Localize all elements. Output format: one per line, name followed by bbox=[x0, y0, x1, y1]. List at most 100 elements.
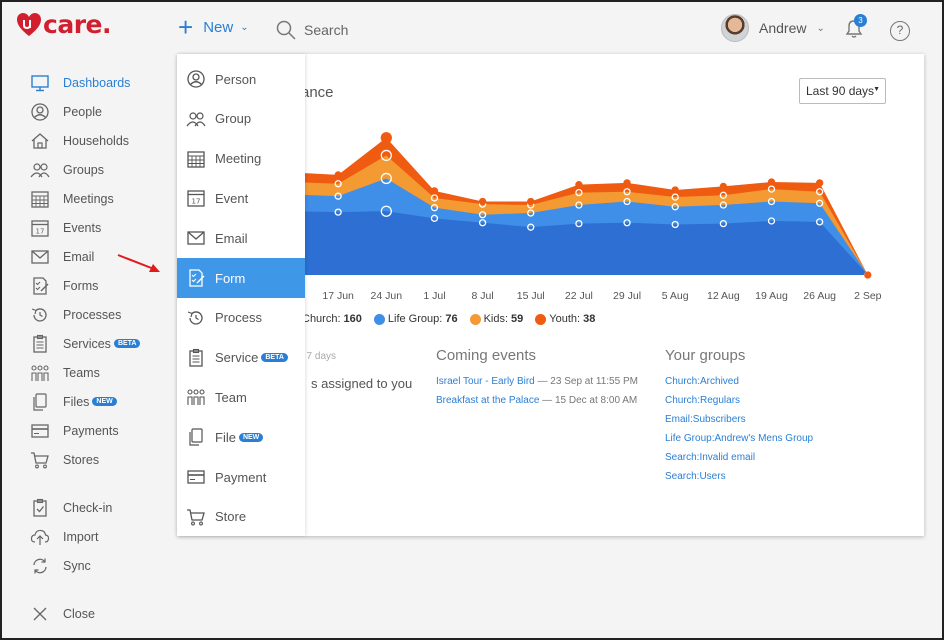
coming-events-list: Israel Tour - Early Bird — 23 Sep at 11:… bbox=[436, 376, 638, 414]
group-icon bbox=[185, 108, 207, 130]
legend-item[interactable]: Kids:59 bbox=[469, 313, 524, 325]
data-point[interactable] bbox=[430, 187, 439, 195]
x-tick-label: 24 Jun bbox=[371, 290, 403, 302]
data-point[interactable] bbox=[816, 179, 824, 187]
group-link[interactable]: Church:Regulars bbox=[665, 395, 740, 406]
card-icon bbox=[185, 466, 207, 488]
clipboard-icon bbox=[185, 347, 207, 369]
menu-item-email[interactable]: Email bbox=[177, 218, 305, 258]
event-date: — 23 Sep at 11:55 PM bbox=[534, 376, 638, 387]
legend-dot bbox=[469, 313, 481, 325]
group-link[interactable]: Email:Subscribers bbox=[665, 414, 746, 425]
legend-label: Kids bbox=[483, 313, 505, 325]
data-point[interactable] bbox=[864, 271, 872, 279]
chart-title: ance bbox=[301, 84, 334, 101]
menu-item-service[interactable]: Service BETA bbox=[177, 338, 305, 378]
menu-item-label: Store bbox=[215, 509, 247, 525]
menu-badge: NEW bbox=[238, 432, 264, 442]
legend-item[interactable]: Life Group:76 bbox=[373, 313, 458, 325]
group-row: Church:Regulars bbox=[665, 395, 813, 414]
x-tick-label: 8 Jul bbox=[472, 290, 494, 302]
menu-item-label: Meeting bbox=[215, 151, 262, 167]
menu-item-store[interactable]: Store bbox=[177, 497, 305, 537]
process-icon bbox=[185, 307, 207, 329]
menu-item-person[interactable]: Person bbox=[177, 59, 305, 99]
files-icon bbox=[185, 426, 207, 448]
menu-item-file[interactable]: File NEW bbox=[177, 417, 305, 457]
legend-item[interactable]: Youth:38 bbox=[535, 313, 595, 325]
group-link[interactable]: Life Group:Andrew's Mens Group bbox=[665, 433, 813, 444]
data-point[interactable] bbox=[334, 171, 342, 179]
menu-item-label: Event bbox=[215, 190, 249, 206]
menu-item-group[interactable]: Group bbox=[177, 99, 305, 139]
form-icon bbox=[185, 267, 207, 289]
new-menu-dropdown: Person Group Meeting 17 Event Email Form Proces… bbox=[177, 54, 305, 536]
menu-item-label: Service bbox=[215, 350, 259, 366]
tasks-subtitle: t 7 days bbox=[301, 351, 337, 362]
menu-badge: BETA bbox=[261, 353, 288, 363]
menu-item-team[interactable]: Team bbox=[177, 377, 305, 417]
legend-dot bbox=[373, 313, 385, 325]
x-tick-label: 29 Jul bbox=[613, 290, 641, 302]
menu-item-label: Group bbox=[215, 111, 252, 127]
x-tick-label: 15 Jul bbox=[517, 290, 545, 302]
data-point[interactable] bbox=[719, 182, 727, 191]
menu-item-label: Team bbox=[215, 389, 247, 405]
legend-label: Life Group bbox=[387, 313, 440, 325]
app-window: care. + New ⌄ Search Andrew ⌄ 3 ? Dashbo… bbox=[0, 0, 944, 640]
legend-value: 76 bbox=[445, 313, 458, 325]
tasks-text: s assigned to you bbox=[311, 376, 413, 391]
group-row: Church:Archived bbox=[665, 376, 813, 395]
group-row: Email:Subscribers bbox=[665, 414, 813, 433]
group-row: Search:Invalid email bbox=[665, 452, 813, 471]
caret-down-icon: ▼ bbox=[873, 86, 880, 93]
data-point[interactable] bbox=[671, 186, 679, 194]
your-groups-list: Church:Archived Church:Regulars Email:Subs… bbox=[665, 376, 813, 490]
event-row: Breakfast at the Palace — 15 Dec at 8:00… bbox=[436, 395, 638, 414]
legend-value: 59 bbox=[511, 313, 524, 325]
menu-item-process[interactable]: Process bbox=[177, 298, 305, 338]
cart-icon bbox=[185, 506, 207, 528]
x-tick-label: 26 Aug bbox=[803, 290, 836, 302]
date-range-value: Last 90 days bbox=[806, 84, 875, 98]
menu-item-payment[interactable]: Payment bbox=[177, 457, 305, 497]
menu-item-meeting[interactable]: Meeting bbox=[177, 139, 305, 179]
group-row: Search:Users bbox=[665, 471, 813, 490]
group-link[interactable]: Search:Invalid email bbox=[665, 452, 755, 463]
x-tick-label: 12 Aug bbox=[707, 290, 740, 302]
data-point[interactable] bbox=[623, 179, 631, 187]
data-point[interactable] bbox=[767, 178, 776, 186]
coming-events-heading: Coming events bbox=[436, 347, 537, 364]
your-groups-heading: Your groups bbox=[665, 347, 746, 364]
menu-item-label: File bbox=[215, 429, 236, 445]
group-row: Life Group:Andrew's Mens Group bbox=[665, 433, 813, 452]
date-range-select[interactable]: Last 90 days ▼ bbox=[799, 78, 886, 104]
x-tick-label: 5 Aug bbox=[662, 290, 689, 302]
menu-item-label: Email bbox=[215, 230, 248, 246]
data-point[interactable] bbox=[478, 197, 487, 206]
x-tick-label: 22 Jul bbox=[565, 290, 593, 302]
event-link[interactable]: Israel Tour - Early Bird bbox=[436, 376, 535, 387]
event-date: — 15 Dec at 8:00 AM bbox=[539, 395, 638, 406]
legend-dot bbox=[535, 313, 547, 325]
data-point[interactable] bbox=[380, 132, 392, 144]
x-tick-label: 1 Jul bbox=[423, 290, 445, 302]
menu-item-label: Process bbox=[215, 310, 262, 326]
calendar-17-icon: 17 bbox=[185, 187, 207, 209]
group-link[interactable]: Church:Archived bbox=[665, 376, 739, 387]
menu-item-event[interactable]: 17 Event bbox=[177, 178, 305, 218]
x-tick-label: 2 Sep bbox=[854, 290, 882, 302]
menu-item-form[interactable]: Form bbox=[177, 258, 305, 298]
legend-label: Youth bbox=[549, 313, 578, 325]
legend-value: 160 bbox=[343, 313, 362, 325]
svg-text:17: 17 bbox=[192, 198, 201, 206]
group-link[interactable]: Search:Users bbox=[665, 471, 726, 482]
x-tick-label: 19 Aug bbox=[755, 290, 788, 302]
envelope-icon bbox=[185, 227, 207, 249]
data-point[interactable] bbox=[527, 197, 535, 206]
legend-item[interactable]: Church:160 bbox=[302, 313, 362, 325]
data-point[interactable] bbox=[575, 181, 583, 189]
x-tick-label: 17 Jun bbox=[322, 290, 354, 302]
event-row: Israel Tour - Early Bird — 23 Sep at 11:… bbox=[436, 376, 638, 395]
event-link[interactable]: Breakfast at the Palace bbox=[436, 395, 539, 406]
